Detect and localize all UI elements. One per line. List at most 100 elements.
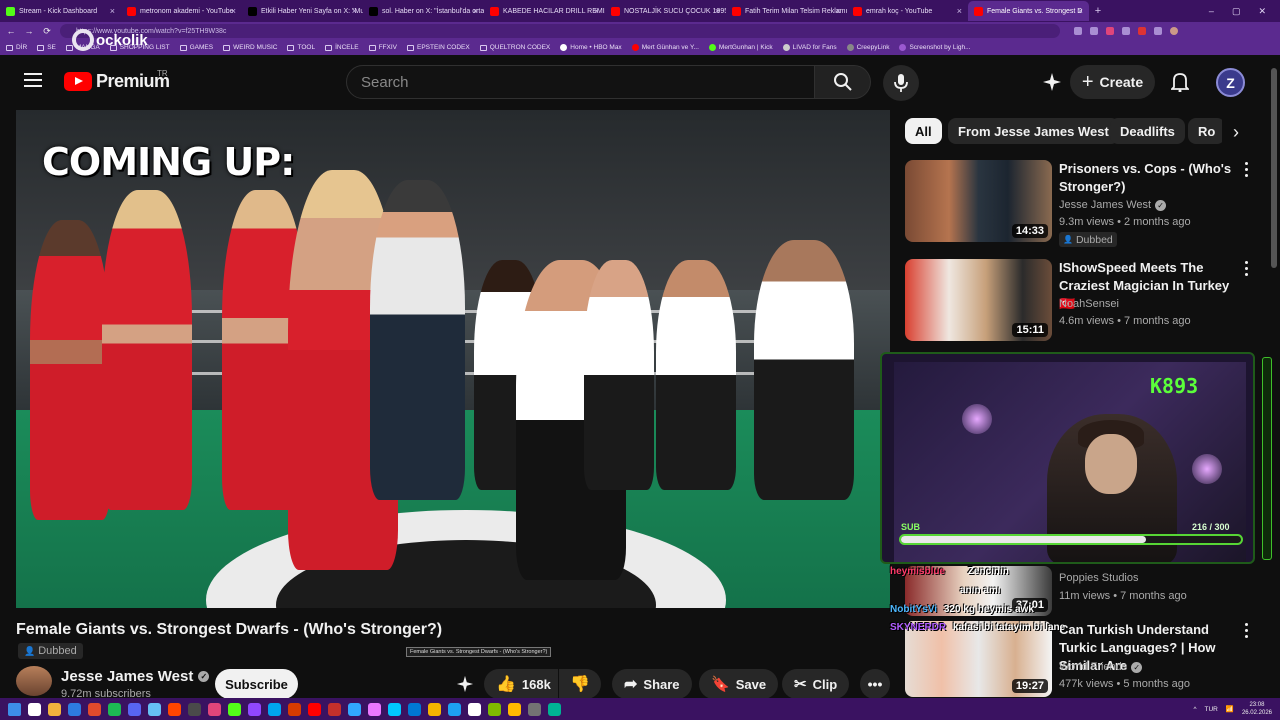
more-vertical-icon[interactable] <box>1245 623 1249 638</box>
taskbar-app-icon[interactable] <box>268 702 281 716</box>
create-button[interactable]: + Create <box>1070 65 1155 99</box>
minimize-button[interactable]: – <box>1209 6 1214 17</box>
extension-icon[interactable] <box>1122 27 1130 35</box>
browser-tab[interactable]: Female Giants vs. Strongest D × <box>968 1 1089 21</box>
extension-icon[interactable] <box>1154 27 1162 35</box>
channel-avatar[interactable] <box>16 666 52 696</box>
extension-icon[interactable] <box>1138 27 1146 35</box>
profile-icon[interactable] <box>1170 27 1178 35</box>
more-vertical-icon[interactable] <box>1245 162 1249 177</box>
taskbar-app-icon[interactable] <box>388 702 401 716</box>
account-avatar[interactable]: Z <box>1216 68 1245 97</box>
browser-tab[interactable]: sol. Haber on X: "İstanbul'da ortaç × <box>363 1 484 21</box>
bookmark-folder[interactable]: WEIRD MUSIC <box>223 44 281 51</box>
recommendation-channel[interactable]: World Friends ✓ <box>1059 661 1143 673</box>
taskbar-app-icon[interactable] <box>548 702 561 716</box>
gemini-button[interactable] <box>1040 67 1064 97</box>
channel-name[interactable]: Jesse James West <box>1059 199 1151 211</box>
taskbar-app-icon[interactable] <box>248 702 261 716</box>
channel-name[interactable]: World Friends <box>1059 661 1127 673</box>
taskbar-app-icon[interactable] <box>128 702 141 716</box>
taskbar-app-icon[interactable] <box>48 702 61 716</box>
back-icon[interactable]: ← <box>6 26 16 36</box>
youtube-logo[interactable]: Premium <box>64 71 170 92</box>
tab-close-icon[interactable]: × <box>957 6 962 16</box>
bookmark-folder[interactable]: QUELTRON CODEX <box>479 44 555 51</box>
bookmark-folder[interactable]: GAMES <box>179 44 217 51</box>
reload-icon[interactable]: ⟳ <box>42 26 52 37</box>
share-button[interactable]: ➦ Share <box>612 669 692 699</box>
browser-tab[interactable]: Etkili Haber Yeni Sayfa on X: "Mura × <box>242 1 363 21</box>
tray-chevron-icon[interactable]: ^ <box>1193 706 1196 713</box>
ask-button[interactable] <box>450 669 480 699</box>
extension-icon[interactable] <box>1106 27 1114 35</box>
chip-next-button[interactable]: › <box>1222 118 1250 146</box>
recommendation-item[interactable]: 14:33 Prisoners vs. Cops - (Who's Strong… <box>905 160 1250 250</box>
bookmark-folder[interactable]: TOOL <box>287 44 319 51</box>
bookmark-link[interactable]: CreepyLink <box>846 44 894 51</box>
taskbar-app-icon[interactable] <box>468 702 481 716</box>
channel-name[interactable]: NoahSensei <box>1059 298 1119 310</box>
tab-close-icon[interactable]: × <box>1078 6 1083 16</box>
browser-tab[interactable]: NOSTALJİK SUCU ÇOCUK 1995 REM× <box>605 1 726 21</box>
recommendation-channel[interactable]: NoahSensei <box>1059 298 1119 310</box>
bookmark-link[interactable]: LIVAD for Fans <box>782 44 841 51</box>
taskbar-app-icon[interactable] <box>188 702 201 716</box>
taskbar-app-icon[interactable] <box>148 702 161 716</box>
taskbar-app-icon[interactable] <box>228 702 241 716</box>
video-thumbnail[interactable]: 14:33 <box>905 160 1052 242</box>
new-tab-button[interactable]: + <box>1089 5 1107 17</box>
tab-close-icon[interactable]: × <box>715 6 720 16</box>
bookmark-folder[interactable]: DİR <box>6 44 31 51</box>
taskbar-app-icon[interactable] <box>168 702 181 716</box>
url-input[interactable]: https://www.youtube.com/watch?v=f25TH9W3… <box>60 24 1060 38</box>
chip-more[interactable]: Ro <box>1188 118 1226 144</box>
bookmark-folder[interactable]: EPSTEIN CODEX <box>406 44 474 51</box>
bookmark-link[interactable]: MertGunhan | Kick <box>708 44 777 51</box>
chip-from-channel[interactable]: From Jesse James West <box>948 118 1119 144</box>
subscribe-button[interactable]: Subscribe <box>215 669 298 699</box>
taskbar-app-icon[interactable] <box>348 702 361 716</box>
extension-icon[interactable] <box>1074 27 1082 35</box>
clock[interactable]: 23:08 26.02.2026 <box>1242 701 1272 717</box>
notifications-button[interactable] <box>1168 67 1192 97</box>
save-button[interactable]: 🔖 Save <box>699 669 779 699</box>
bookmark-folder[interactable]: SE <box>37 44 60 51</box>
maximize-button[interactable]: ▢ <box>1232 6 1241 17</box>
language-indicator[interactable]: TUR <box>1205 706 1218 713</box>
taskbar-app-icon[interactable] <box>88 702 101 716</box>
taskbar-app-icon[interactable] <box>448 702 461 716</box>
dislike-button[interactable]: 👎 <box>559 669 601 699</box>
video-player[interactable]: COMING UP: <box>16 110 890 608</box>
bookmark-link[interactable]: Screenshot by Ligh... <box>899 44 974 51</box>
tab-close-icon[interactable]: × <box>352 6 357 16</box>
taskbar-app-icon[interactable] <box>428 702 441 716</box>
taskbar-app-icon[interactable] <box>328 702 341 716</box>
taskbar-app-icon[interactable] <box>508 702 521 716</box>
page-scrollbar[interactable] <box>1271 68 1277 268</box>
browser-tab[interactable]: KABEDE HACILAR DRILL REMIX(pr× <box>484 1 605 21</box>
like-button[interactable]: 👍 168k <box>484 669 558 699</box>
taskbar-app-icon[interactable] <box>28 702 41 716</box>
tab-close-icon[interactable]: × <box>473 6 478 16</box>
chip-all[interactable]: All <box>905 118 942 144</box>
browser-tab[interactable]: emrah koç - YouTube × <box>847 1 968 21</box>
taskbar-app-icon[interactable] <box>208 702 221 716</box>
tab-close-icon[interactable]: × <box>110 6 115 16</box>
recommendation-item[interactable]: 15:11 IShowSpeed Meets The Craziest Magi… <box>905 259 1250 349</box>
taskbar-app-icon[interactable] <box>288 702 301 716</box>
bookmark-folder[interactable]: İNCELE <box>325 44 362 51</box>
more-actions-button[interactable]: ••• <box>860 669 890 699</box>
channel-name[interactable]: Jesse James West <box>61 668 193 685</box>
close-window-button[interactable]: ✕ <box>1258 6 1266 17</box>
browser-tab[interactable]: metronom akademi - YouTube × <box>121 1 242 21</box>
forward-icon[interactable]: → <box>24 26 34 36</box>
tab-close-icon[interactable]: × <box>231 6 236 16</box>
video-thumbnail[interactable]: 15:11 <box>905 259 1052 341</box>
clip-button[interactable]: ✂ Clip <box>782 669 850 699</box>
tab-close-icon[interactable]: × <box>594 6 599 16</box>
voice-search-button[interactable] <box>883 65 919 101</box>
windows-start-icon[interactable] <box>8 702 21 716</box>
search-button[interactable] <box>815 65 871 99</box>
search-input[interactable]: Search <box>346 65 815 99</box>
